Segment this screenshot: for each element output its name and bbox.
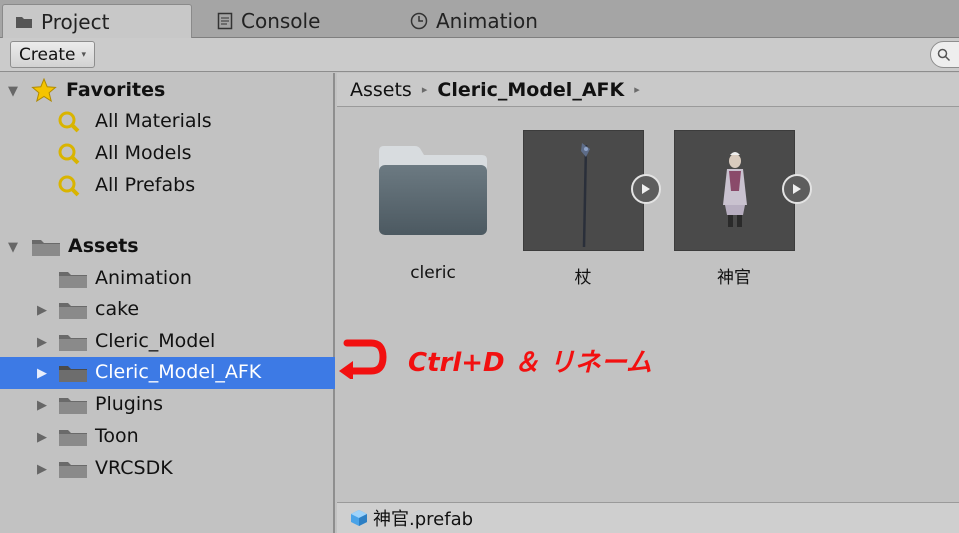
clock-icon bbox=[410, 12, 428, 30]
folder-icon bbox=[59, 462, 87, 478]
folder-icon bbox=[59, 303, 87, 319]
folder-icon bbox=[32, 240, 60, 256]
breadcrumb-current[interactable]: Cleric_Model_AFK bbox=[437, 79, 624, 101]
tree-item-animation[interactable]: Animation bbox=[0, 263, 335, 295]
chevron-down-icon: ▾ bbox=[81, 49, 87, 60]
tree-item-label: Cleric_Model bbox=[95, 330, 216, 352]
play-preview-button[interactable] bbox=[782, 174, 812, 204]
tree-item-label: All Prefabs bbox=[95, 174, 196, 196]
search-input[interactable] bbox=[930, 41, 959, 68]
expand-down-icon[interactable]: ▼ bbox=[8, 240, 18, 255]
tree-item-label: All Materials bbox=[95, 110, 212, 132]
tab-console[interactable]: Console bbox=[205, 4, 332, 38]
expand-right-icon[interactable]: ▶ bbox=[37, 335, 47, 350]
asset-label-staff: 杖 bbox=[574, 268, 592, 288]
tab-bar: Project Console Animation bbox=[0, 0, 959, 38]
breadcrumb-separator-icon: ▸ bbox=[634, 83, 640, 96]
breadcrumb: Assets ▸ Cleric_Model_AFK ▸ bbox=[337, 73, 959, 107]
star-icon bbox=[31, 78, 57, 103]
status-bar: 神官.prefab bbox=[337, 502, 959, 533]
search-filter-icon bbox=[58, 143, 80, 165]
tab-project[interactable]: Project bbox=[2, 4, 192, 38]
expand-right-icon[interactable]: ▶ bbox=[37, 398, 47, 413]
tree-item-label: Toon bbox=[95, 425, 139, 447]
asset-folder-cleric[interactable] bbox=[374, 143, 492, 243]
expand-down-icon[interactable]: ▼ bbox=[8, 84, 18, 99]
tree-item-cake[interactable]: ▶ cake bbox=[0, 294, 335, 326]
expand-right-icon[interactable]: ▶ bbox=[37, 430, 47, 445]
tree-item-label: All Models bbox=[95, 142, 192, 164]
expand-right-icon[interactable]: ▶ bbox=[37, 303, 47, 318]
folder-icon bbox=[59, 398, 87, 414]
tree-item-label: Cleric_Model_AFK bbox=[95, 361, 262, 383]
asset-browser-panel: Assets ▸ Cleric_Model_AFK ▸ cleric 杖 神官 bbox=[337, 73, 959, 533]
curved-arrow-icon bbox=[339, 339, 387, 379]
tree-item-label: Plugins bbox=[95, 393, 164, 415]
tab-console-label: Console bbox=[241, 9, 321, 33]
play-icon bbox=[793, 184, 801, 194]
tree-item-all-materials[interactable]: All Materials bbox=[0, 106, 335, 138]
tree-item-all-prefabs[interactable]: All Prefabs bbox=[0, 170, 335, 202]
folder-icon bbox=[59, 430, 87, 446]
play-icon bbox=[642, 184, 650, 194]
folder-icon bbox=[59, 335, 87, 351]
breadcrumb-assets[interactable]: Assets bbox=[350, 79, 412, 101]
cleric-preview-icon bbox=[723, 152, 747, 227]
expand-right-icon[interactable]: ▶ bbox=[37, 462, 47, 477]
console-icon bbox=[217, 12, 233, 30]
selected-file-label: 神官.prefab bbox=[373, 509, 474, 530]
tree-assets-label: Assets bbox=[68, 235, 139, 257]
tab-project-label: Project bbox=[41, 9, 110, 34]
tree-item-vrcsdk[interactable]: ▶ VRCSDK bbox=[0, 453, 335, 485]
tree-item-label: Animation bbox=[95, 267, 192, 289]
staff-preview-icon bbox=[581, 143, 590, 248]
prefab-cube-icon bbox=[351, 510, 367, 526]
folder-icon bbox=[59, 366, 87, 382]
tab-animation-label: Animation bbox=[436, 9, 538, 33]
tree-favorites-header[interactable]: ▼ Favorites bbox=[0, 75, 335, 107]
tree-item-toon[interactable]: ▶ Toon bbox=[0, 421, 335, 453]
folder-tab-icon bbox=[16, 17, 32, 28]
expand-right-icon[interactable]: ▶ bbox=[37, 366, 47, 381]
breadcrumb-separator-icon: ▸ bbox=[421, 83, 428, 96]
play-preview-button[interactable] bbox=[631, 174, 661, 204]
tree-assets-header[interactable]: ▼ Assets bbox=[0, 231, 335, 263]
search-filter-icon bbox=[58, 111, 80, 133]
search-filter-icon bbox=[58, 175, 80, 197]
asset-prefab-staff[interactable] bbox=[523, 130, 644, 251]
asset-label-cleric-prefab: 神官 bbox=[717, 268, 751, 288]
tab-animation[interactable]: Animation bbox=[398, 4, 550, 38]
asset-prefab-cleric[interactable] bbox=[674, 130, 795, 251]
tree-favorites-label: Favorites bbox=[66, 79, 166, 101]
tree-item-all-models[interactable]: All Models bbox=[0, 138, 335, 170]
annotation-text: Ctrl+D ＆ リネーム bbox=[408, 348, 652, 378]
tree-item-plugins[interactable]: ▶ Plugins bbox=[0, 389, 335, 421]
tree-item-cleric-model-afk[interactable]: ▶ Cleric_Model_AFK bbox=[0, 357, 335, 389]
tree-item-label: cake bbox=[95, 298, 140, 320]
large-folder-icon bbox=[379, 146, 487, 235]
tree-item-cleric-model[interactable]: ▶ Cleric_Model bbox=[0, 326, 335, 358]
create-dropdown-button[interactable]: Create ▾ bbox=[10, 41, 96, 68]
folder-icon bbox=[59, 272, 87, 288]
project-toolbar: Create ▾ bbox=[0, 38, 959, 72]
search-icon bbox=[937, 48, 951, 61]
create-label: Create bbox=[19, 44, 76, 65]
asset-label-cleric: cleric bbox=[410, 263, 456, 283]
project-tree-panel: ▼ Favorites All Materials All Models All… bbox=[0, 73, 335, 533]
tree-item-label: VRCSDK bbox=[95, 457, 173, 479]
